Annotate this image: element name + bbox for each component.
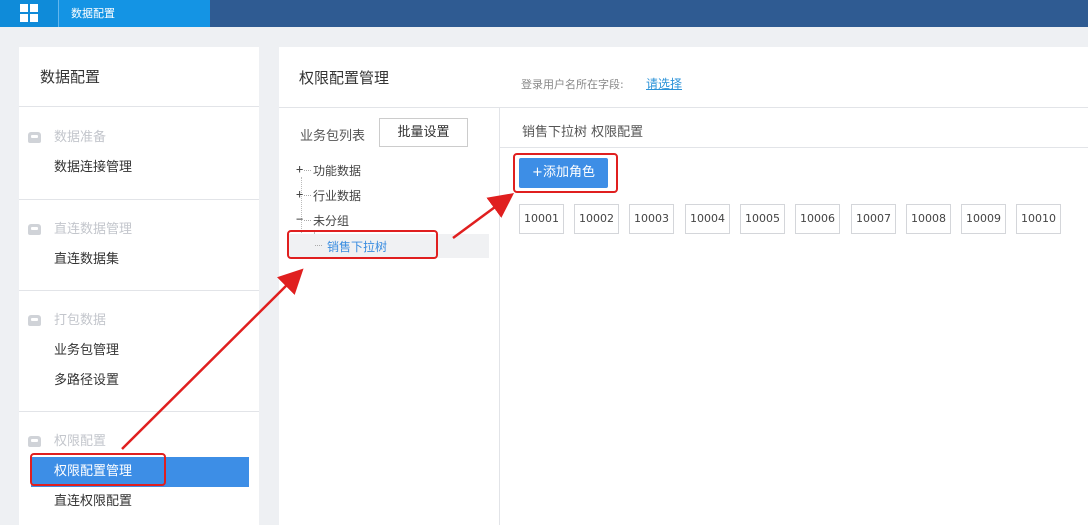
tree-node-sales-dropdown-tree[interactable]: 销售下拉树 xyxy=(289,234,489,258)
tree-node-ungrouped[interactable]: 未分组 xyxy=(313,212,349,229)
tree-connector xyxy=(315,245,322,246)
role-chip[interactable]: 10005 xyxy=(740,204,785,234)
tree-node-industry-data[interactable]: 行业数据 xyxy=(313,187,361,204)
sidebar-group-header: 数据准备 xyxy=(19,123,259,153)
folder-icon xyxy=(28,315,41,326)
sidebar-group-header: 权限配置 xyxy=(19,427,259,457)
role-chip[interactable]: 10008 xyxy=(906,204,951,234)
sidebar-title: 数据配置 xyxy=(19,47,259,107)
sidebar-item-direct-permission[interactable]: 直连权限配置 xyxy=(19,487,259,517)
sidebar-group-header: 打包数据 xyxy=(19,306,259,336)
permission-config-subtitle: 销售下拉树 权限配置 xyxy=(522,125,644,140)
divider xyxy=(279,107,1088,108)
role-chip[interactable]: 10004 xyxy=(685,204,730,234)
tab-data-config[interactable]: 数据配置 xyxy=(58,0,210,27)
tree-node-function-data[interactable]: 功能数据 xyxy=(313,162,361,179)
sidebar-item-multipath[interactable]: 多路径设置 xyxy=(19,366,259,396)
role-chip[interactable]: 10010 xyxy=(1016,204,1061,234)
sidebar-group-direct-data: 直连数据管理 直连数据集 xyxy=(19,200,259,291)
sidebar-group-packed-data: 打包数据 业务包管理 多路径设置 xyxy=(19,291,259,412)
divider xyxy=(500,147,1088,148)
sidebar: 数据配置 数据准备 数据连接管理 直连数据管理 直连数据集 打包数据 业务包管理… xyxy=(19,47,259,525)
expand-icon[interactable]: + xyxy=(296,187,303,201)
role-chip[interactable]: 10007 xyxy=(851,204,896,234)
folder-icon xyxy=(28,224,41,235)
expand-icon[interactable]: + xyxy=(296,162,303,176)
sidebar-item-data-connection[interactable]: 数据连接管理 xyxy=(19,153,259,183)
login-field-label: 登录用户名所在字段: xyxy=(521,78,624,91)
business-package-list-label: 业务包列表 xyxy=(300,129,366,144)
sidebar-group-permission: 权限配置 权限配置管理 直连权限配置 xyxy=(19,412,259,517)
role-chip[interactable]: 10009 xyxy=(961,204,1006,234)
collapse-icon[interactable]: − xyxy=(296,212,303,226)
tree-connector xyxy=(304,170,311,171)
sidebar-item-permission-manage[interactable]: 权限配置管理 xyxy=(31,457,249,487)
page-title: 权限配置管理 xyxy=(299,69,390,87)
main-panel: 权限配置管理 登录用户名所在字段: 请选择 业务包列表 批量设置 + 功能数据 … xyxy=(279,47,1088,525)
role-chip[interactable]: 10001 xyxy=(519,204,564,234)
sidebar-group-header: 直连数据管理 xyxy=(19,215,259,245)
sidebar-item-business-package[interactable]: 业务包管理 xyxy=(19,336,259,366)
folder-icon xyxy=(28,132,41,143)
sidebar-group-data-prep: 数据准备 数据连接管理 xyxy=(19,107,259,200)
top-bar: 数据配置 xyxy=(0,0,1088,27)
tree-connector xyxy=(304,195,311,196)
add-role-button[interactable]: +添加角色 xyxy=(519,158,608,188)
tree-connector xyxy=(304,220,311,221)
batch-settings-button[interactable]: 批量设置 xyxy=(379,118,468,147)
login-field-select-link[interactable]: 请选择 xyxy=(646,75,682,92)
role-chip[interactable]: 10002 xyxy=(574,204,619,234)
sidebar-item-direct-dataset[interactable]: 直连数据集 xyxy=(19,245,259,275)
role-chip[interactable]: 10003 xyxy=(629,204,674,234)
role-chip[interactable]: 10006 xyxy=(795,204,840,234)
folder-icon xyxy=(28,436,41,447)
app-grid-icon[interactable] xyxy=(0,0,58,27)
divider xyxy=(499,107,500,525)
